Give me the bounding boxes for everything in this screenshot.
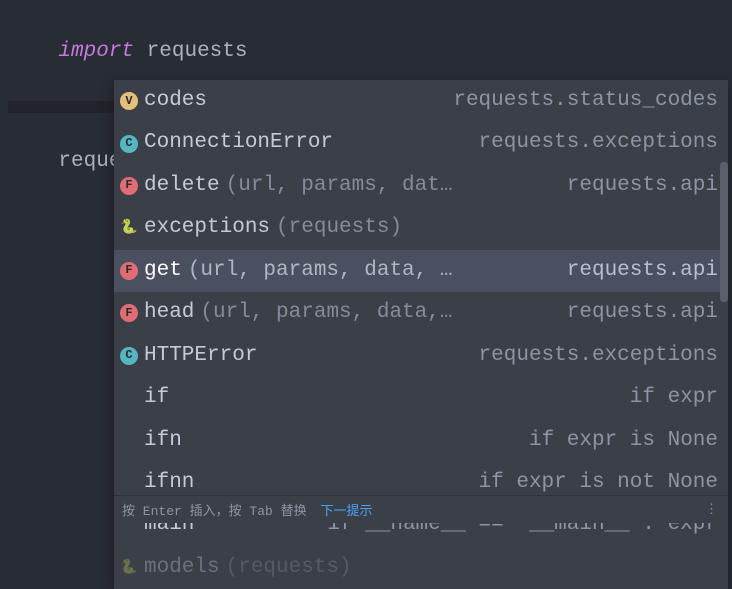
completion-name: codes: [144, 86, 207, 116]
completion-params: (url, params, data, …: [188, 256, 453, 286]
completion-name: exceptions: [144, 213, 270, 243]
kind-badge-icon: 🐍: [120, 559, 138, 577]
completion-item[interactable]: if if expr: [114, 377, 728, 419]
completion-left: C HTTPError: [120, 341, 471, 371]
kind-badge-icon: F: [120, 304, 138, 322]
completion-name: ConnectionError: [144, 128, 333, 158]
completion-left: Fhead(url, params, data,…: [120, 298, 559, 328]
completion-item[interactable]: Vcodes requests.status_codes: [114, 80, 728, 122]
completion-name: HTTPError: [144, 341, 257, 371]
completion-name: if: [144, 383, 169, 413]
completion-item[interactable]: 🐍 exceptions(requests): [114, 207, 728, 249]
next-tip-link[interactable]: 下一提示: [320, 504, 372, 519]
kind-badge-icon: F: [120, 177, 138, 195]
completion-detail: requests.exceptions: [479, 341, 718, 371]
completion-name: delete: [144, 171, 220, 201]
completion-detail: requests.api: [567, 298, 718, 328]
completion-params: (requests): [276, 213, 402, 243]
completion-left: Vcodes: [120, 86, 445, 116]
completion-left: ifn: [120, 426, 521, 456]
completion-left: Fdelete(url, params, dat…: [120, 171, 559, 201]
completion-item[interactable]: Fget(url, params, data, … requests.api: [114, 250, 728, 292]
completion-item[interactable]: Fhead(url, params, data,… requests.api: [114, 292, 728, 334]
kind-badge-icon: V: [120, 92, 138, 110]
completion-left: C ConnectionError: [120, 128, 471, 158]
completion-detail: if expr: [630, 383, 718, 413]
completion-detail: if expr is None: [529, 426, 718, 456]
completion-left: Fget(url, params, data, …: [120, 256, 559, 286]
completion-detail: requests.status_codes: [453, 86, 718, 116]
completion-detail: requests.api: [567, 171, 718, 201]
completion-name: models: [144, 553, 220, 583]
completion-name: get: [144, 256, 182, 286]
completion-params: (requests): [226, 553, 352, 583]
completion-name: ifnn: [144, 468, 194, 498]
more-menu-icon[interactable]: ⋮: [705, 502, 720, 517]
completion-detail: requests.api: [567, 256, 718, 286]
completion-params: (url, params, dat…: [226, 171, 453, 201]
completion-name: head: [144, 298, 194, 328]
completion-left: ifnn: [120, 468, 471, 498]
completion-left: 🐍 exceptions(requests): [120, 213, 710, 243]
completion-item[interactable]: C ConnectionError requests.exceptions: [114, 122, 728, 164]
kind-badge-icon: [120, 432, 138, 450]
completion-left: 🐍 models(requests): [120, 553, 710, 583]
completion-item[interactable]: C HTTPError requests.exceptions: [114, 335, 728, 377]
kind-badge-icon: [120, 474, 138, 492]
completion-item[interactable]: ifn if expr is None: [114, 420, 728, 462]
completion-name: ifn: [144, 426, 182, 456]
scrollbar-thumb[interactable]: [720, 162, 728, 302]
completion-detail: requests.exceptions: [479, 128, 718, 158]
completion-left: if: [120, 383, 622, 413]
completion-item[interactable]: Fdelete(url, params, dat… requests.api: [114, 165, 728, 207]
kind-badge-icon: C: [120, 347, 138, 365]
footer-hint: 按 Enter 插入，按 Tab 替换: [122, 504, 307, 519]
keyword-import: import: [58, 40, 134, 63]
completion-detail: if expr is not None: [479, 468, 718, 498]
completion-params: (url, params, data,…: [200, 298, 452, 328]
kind-badge-icon: [120, 389, 138, 407]
popup-footer: 按 Enter 插入，按 Tab 替换 下一提示 ⋮: [114, 495, 728, 523]
kind-badge-icon: C: [120, 135, 138, 153]
kind-badge-icon: 🐍: [120, 220, 138, 238]
completion-item[interactable]: 🐍 models(requests): [114, 547, 728, 589]
kind-badge-icon: F: [120, 262, 138, 280]
module-name: requests: [147, 40, 248, 63]
